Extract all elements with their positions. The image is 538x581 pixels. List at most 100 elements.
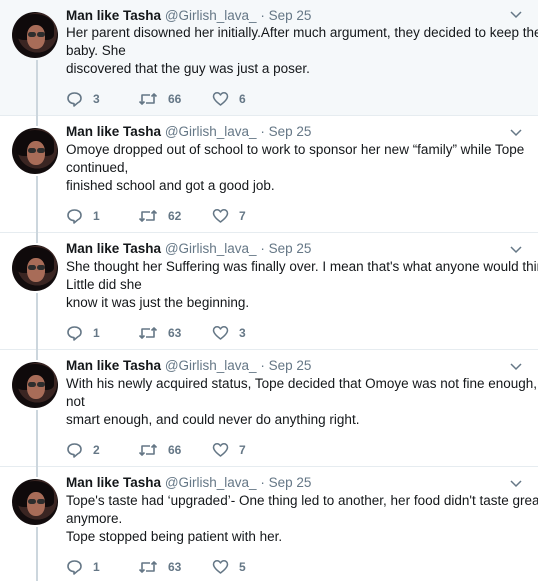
tweet-text-line: finished school and got a good job.: [66, 178, 275, 193]
like-icon: [212, 92, 229, 106]
thread-line: [36, 233, 38, 243]
retweet-button[interactable]: 66: [138, 90, 181, 108]
separator: ·: [260, 8, 265, 23]
tweet-date[interactable]: Sep 25: [269, 8, 312, 23]
thread-line: [36, 293, 38, 350]
reply-count: 2: [93, 443, 100, 457]
tweet[interactable]: Man like Tasha @Girlish_lava_ · Sep 25 H…: [0, 0, 538, 116]
reply-button[interactable]: 1: [66, 324, 100, 342]
user-handle[interactable]: @Girlish_lava_: [165, 124, 257, 139]
like-icon: [212, 326, 229, 340]
display-name[interactable]: Man like Tasha: [66, 8, 161, 23]
tweet-text-line: With his newly acquired status, Tope dec…: [66, 376, 538, 391]
tweet-text: Tope's taste had ‘upgraded’- One thing l…: [66, 492, 538, 546]
separator: ·: [260, 241, 265, 256]
tweet-text-line: baby. She: [66, 43, 126, 58]
tweet-text: Omoye dropped out of school to work to s…: [66, 141, 525, 195]
like-count: 3: [239, 326, 246, 340]
chevron-down-icon[interactable]: [510, 363, 522, 371]
tweet-text-line: not: [66, 394, 85, 409]
tweet-date[interactable]: Sep 25: [269, 358, 312, 373]
retweet-count: 66: [168, 92, 182, 106]
tweet-text-line: She thought her Suffering was finally ov…: [66, 259, 538, 274]
reply-button[interactable]: 2: [66, 441, 100, 459]
reply-count: 3: [93, 92, 100, 106]
chevron-down-icon[interactable]: [510, 11, 522, 19]
reply-count: 1: [93, 326, 100, 340]
retweet-button[interactable]: 63: [138, 324, 181, 342]
tweet-text-line: Little did she: [66, 277, 142, 292]
tweet-date[interactable]: Sep 25: [269, 241, 312, 256]
avatar[interactable]: [12, 128, 58, 174]
retweet-button[interactable]: 66: [138, 441, 181, 459]
like-button[interactable]: 7: [212, 441, 246, 459]
avatar[interactable]: [12, 479, 58, 525]
like-count: 5: [239, 560, 246, 574]
separator: ·: [260, 124, 265, 139]
display-name[interactable]: Man like Tasha: [66, 124, 161, 139]
retweet-count: 63: [168, 326, 182, 340]
reply-count: 1: [93, 209, 100, 223]
retweet-count: 66: [168, 443, 182, 457]
tweet[interactable]: Man like Tasha @Girlish_lava_ · Sep 25 T…: [0, 467, 538, 581]
display-name[interactable]: Man like Tasha: [66, 241, 161, 256]
thread-line: [36, 410, 38, 467]
chevron-down-icon[interactable]: [510, 129, 522, 137]
like-button[interactable]: 6: [212, 90, 246, 108]
tweet-text-line: Tope stopped being patient with her.: [66, 529, 283, 544]
tweet-date[interactable]: Sep 25: [269, 124, 312, 139]
user-handle[interactable]: @Girlish_lava_: [165, 358, 257, 373]
tweet-text-line: anymore.: [66, 511, 123, 526]
user-handle[interactable]: @Girlish_lava_: [165, 241, 257, 256]
retweet-button[interactable]: 62: [138, 207, 181, 225]
like-icon: [212, 443, 229, 457]
thread-line: [36, 350, 38, 360]
reply-button[interactable]: 3: [66, 90, 100, 108]
tweet-text-line: smart enough, and could never do anythin…: [66, 412, 360, 427]
avatar[interactable]: [12, 362, 58, 408]
retweet-count: 63: [168, 560, 182, 574]
like-button[interactable]: 3: [212, 324, 246, 342]
avatar[interactable]: [12, 12, 58, 58]
tweet-date[interactable]: Sep 25: [269, 475, 312, 490]
retweet-button[interactable]: 63: [138, 558, 181, 576]
tweet-text-line: Tope's taste had ‘upgraded’- One thing l…: [66, 493, 538, 508]
reply-icon: [67, 443, 82, 458]
display-name[interactable]: Man like Tasha: [66, 358, 161, 373]
tweet-header: Man like Tasha @Girlish_lava_ · Sep 25: [66, 123, 311, 141]
tweet-text-line: Her parent disowned her initially.After …: [66, 25, 538, 40]
reply-icon: [67, 209, 82, 224]
reply-icon: [67, 326, 82, 341]
tweet-text-line: know it was just the beginning.: [66, 295, 250, 310]
tweet-header: Man like Tasha @Girlish_lava_ · Sep 25: [66, 240, 311, 258]
like-button[interactable]: 5: [212, 558, 246, 576]
tweet[interactable]: Man like Tasha @Girlish_lava_ · Sep 25 S…: [0, 233, 538, 350]
user-handle[interactable]: @Girlish_lava_: [165, 8, 257, 23]
chevron-down-icon[interactable]: [510, 480, 522, 488]
tweet-header: Man like Tasha @Girlish_lava_ · Sep 25: [66, 474, 311, 492]
like-icon: [212, 209, 229, 223]
separator: ·: [260, 475, 265, 490]
thread-line: [36, 60, 38, 116]
tweet-text: With his newly acquired status, Tope dec…: [66, 375, 538, 429]
display-name[interactable]: Man like Tasha: [66, 475, 161, 490]
retweet-icon: [138, 327, 158, 339]
retweet-icon: [138, 444, 158, 456]
like-count: 7: [239, 443, 246, 457]
reply-button[interactable]: 1: [66, 207, 100, 225]
tweet-text-line: Omoye dropped out of school to work to s…: [66, 142, 525, 157]
tweet[interactable]: Man like Tasha @Girlish_lava_ · Sep 25 W…: [0, 350, 538, 467]
retweet-count: 62: [168, 209, 182, 223]
avatar[interactable]: [12, 245, 58, 291]
tweet[interactable]: Man like Tasha @Girlish_lava_ · Sep 25 O…: [0, 116, 538, 233]
like-count: 6: [239, 92, 246, 106]
like-count: 7: [239, 209, 246, 223]
user-handle[interactable]: @Girlish_lava_: [165, 475, 257, 490]
separator: ·: [260, 358, 265, 373]
retweet-icon: [138, 210, 158, 222]
like-button[interactable]: 7: [212, 207, 246, 225]
chevron-down-icon[interactable]: [510, 246, 522, 254]
reply-button[interactable]: 1: [66, 558, 100, 576]
tweet-text: Her parent disowned her initially.After …: [66, 24, 538, 78]
reply-icon: [67, 92, 82, 107]
